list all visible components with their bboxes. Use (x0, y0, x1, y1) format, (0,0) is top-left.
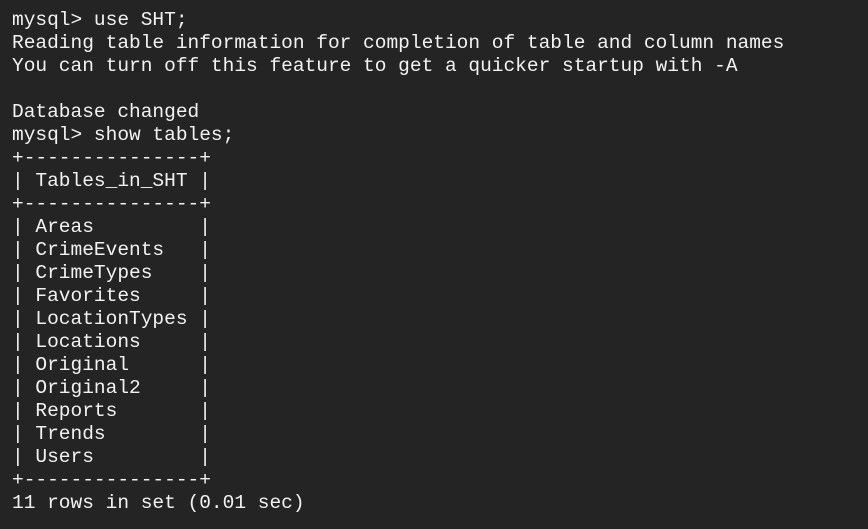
table-header-row: | Tables_in_SHT | (12, 170, 211, 192)
command-use-line: mysql> use SHT; (12, 9, 188, 31)
database-changed-line: Database changed (12, 101, 200, 123)
result-summary-line: 11 rows in set (0.01 sec) (12, 492, 305, 514)
table-row: | CrimeEvents | (12, 239, 211, 261)
table-border-top: +---------------+ (12, 147, 211, 169)
table-row: | LocationTypes | (12, 308, 211, 330)
table-row: | Reports | (12, 400, 211, 422)
terminal-window[interactable]: mysql> use SHT; Reading table informatio… (0, 0, 868, 529)
table-row: | Original2 | (12, 377, 211, 399)
table-row: | Areas | (12, 216, 211, 238)
table-row: | Locations | (12, 331, 211, 353)
table-row: | Trends | (12, 423, 211, 445)
table-row: | Users | (12, 446, 211, 468)
table-row: | CrimeTypes | (12, 262, 211, 284)
info-turnoff-line: You can turn off this feature to get a q… (12, 55, 738, 77)
command-show-tables-line: mysql> show tables; (12, 124, 235, 146)
info-reading-line: Reading table information for completion… (12, 32, 785, 54)
table-row: | Favorites | (12, 285, 211, 307)
table-border-header: +---------------+ (12, 193, 211, 215)
table-border-bottom: +---------------+ (12, 469, 211, 491)
table-row: | Original | (12, 354, 211, 376)
